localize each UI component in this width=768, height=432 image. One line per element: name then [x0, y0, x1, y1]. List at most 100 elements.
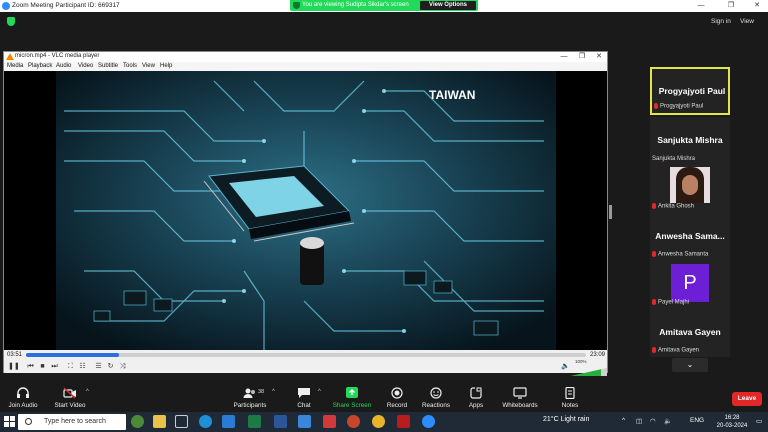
volume-icon[interactable]: 🔈: [664, 417, 672, 425]
maximize-icon[interactable]: ❐: [722, 1, 740, 11]
weather-status[interactable]: 21°C Light rain: [543, 416, 589, 423]
chrome-icon[interactable]: [372, 415, 385, 428]
participants-caret-icon[interactable]: ^: [272, 389, 275, 395]
acrobat-icon[interactable]: [323, 415, 336, 428]
language-indicator[interactable]: ENG: [690, 417, 704, 424]
chat-button[interactable]: Chat: [292, 383, 316, 412]
participant-display-name: Amitava Gayen: [659, 327, 721, 337]
view-button[interactable]: View: [740, 18, 754, 25]
zoom-taskbar-icon[interactable]: [422, 415, 435, 428]
start-video-button[interactable]: Start Video: [50, 383, 90, 412]
vlc-seek-area: 03:51 23:09: [4, 350, 607, 360]
menu-audio[interactable]: Audio: [56, 63, 71, 69]
fullscreen-icon[interactable]: ⛶: [66, 362, 75, 371]
apps-grid-icon: [470, 387, 482, 399]
circuit-board-video: TAIWAN: [56, 71, 556, 350]
video-frame[interactable]: TAIWAN: [4, 71, 607, 350]
security-shield-icon[interactable]: [7, 17, 15, 26]
windows-start-icon[interactable]: [4, 416, 15, 427]
zoom-top-strip: Sign in View: [0, 12, 768, 32]
chat-bubble-icon: [298, 388, 310, 398]
vlc-minimize-icon[interactable]: —: [557, 52, 571, 62]
participant-tile[interactable]: Anwesha Sama... Anwesha Samanta: [650, 213, 730, 261]
vlc-cone-icon: [6, 53, 14, 60]
participant-label: Progyajyoti Paul: [654, 103, 703, 110]
wifi-icon[interactable]: ◠: [650, 417, 656, 425]
notifications-icon[interactable]: ▭: [756, 417, 762, 425]
record-button[interactable]: Record: [384, 383, 410, 412]
search-placeholder: Type here to search: [44, 418, 106, 425]
speaker-icon[interactable]: 🔈: [561, 362, 570, 371]
menu-view[interactable]: View: [142, 63, 155, 69]
next-icon[interactable]: ⏭: [50, 362, 59, 371]
menu-media[interactable]: Media: [7, 63, 23, 69]
taskbar-clock[interactable]: 16:28 20-03-2024: [712, 414, 752, 430]
participant-tile[interactable]: Progyajyoti Paul Progyajyoti Paul: [650, 67, 730, 115]
vlc-menu-bar: Media Playback Audio Video Subtitle Tool…: [4, 62, 607, 71]
tray-chevron-icon[interactable]: ^: [622, 417, 625, 424]
menu-playback[interactable]: Playback: [28, 63, 52, 69]
taskbar-search-box[interactable]: Type here to search: [18, 414, 126, 430]
share-screen-button[interactable]: Share Screen: [332, 383, 372, 412]
menu-tools[interactable]: Tools: [123, 63, 137, 69]
smiley-icon: [430, 387, 442, 399]
volume-slider[interactable]: [571, 363, 607, 376]
participant-tile[interactable]: P Payel Majhi: [650, 261, 730, 309]
menu-subtitle[interactable]: Subtitle: [98, 63, 118, 69]
share-arrow-icon: [346, 387, 358, 398]
reactions-button[interactable]: Reactions: [420, 383, 452, 412]
edge-icon[interactable]: [199, 415, 212, 428]
scroll-down-button[interactable]: ⌄: [672, 358, 708, 372]
close-icon[interactable]: ✕: [748, 1, 766, 11]
extended-settings-icon[interactable]: ☷: [78, 362, 87, 371]
powerpoint-icon[interactable]: [347, 415, 360, 428]
stop-icon[interactable]: ■: [38, 362, 47, 371]
participant-tile[interactable]: Amitava Gayen Amitava Gayen: [650, 309, 730, 357]
whiteboards-button[interactable]: Whiteboards: [500, 383, 540, 412]
vlc-close-icon[interactable]: ✕: [592, 52, 606, 62]
chat-caret-icon[interactable]: ^: [318, 389, 321, 395]
leave-button[interactable]: Leave: [732, 392, 762, 406]
pause-icon[interactable]: ❚❚: [8, 362, 20, 371]
view-options-button[interactable]: View Options: [420, 1, 476, 10]
whiteboard-icon: [513, 387, 527, 399]
participant-label: Anwesha Samanta: [652, 251, 708, 258]
network-icon[interactable]: ◫: [636, 417, 642, 425]
notes-button[interactable]: Notes: [558, 383, 582, 412]
shield-icon: [293, 2, 300, 9]
join-audio-button[interactable]: Join Audio: [4, 383, 42, 412]
search-icon: [25, 418, 32, 425]
word-icon[interactable]: [274, 415, 287, 428]
pdf-reader-icon[interactable]: [397, 415, 410, 428]
record-icon: [391, 387, 403, 399]
widgets-icon[interactable]: [153, 415, 166, 428]
mail-icon[interactable]: [222, 415, 235, 428]
participant-display-name: Progyajyoti Paul: [658, 86, 726, 96]
participant-display-name: Sanjukta Mishra: [657, 135, 723, 145]
participant-tile[interactable]: Ankita Ghosh: [650, 165, 730, 213]
participant-label: Amitava Gayen: [652, 347, 699, 354]
screen-share-banner: You are viewing Sudipta Sikdar's screen …: [290, 0, 478, 11]
participant-label: Payel Majhi: [652, 299, 689, 306]
vlc-title-bar: micron.mp4 - VLC media player — ❐ ✕: [4, 52, 607, 62]
sign-in-link[interactable]: Sign in: [711, 18, 731, 25]
share-split-handle[interactable]: [609, 205, 612, 219]
apps-button[interactable]: Apps: [464, 383, 488, 412]
participant-tile[interactable]: Sanjukta Mishra Sanjukta Mishra: [650, 117, 730, 165]
participants-button[interactable]: Participants: [231, 383, 269, 412]
previous-icon[interactable]: ⏮: [26, 362, 35, 371]
video-options-caret-icon[interactable]: ^: [86, 389, 89, 395]
chevron-down-icon: ⌄: [686, 360, 694, 369]
menu-help[interactable]: Help: [160, 63, 172, 69]
weather-globe-icon[interactable]: [131, 415, 144, 428]
vlc-maximize-icon[interactable]: ❐: [575, 52, 589, 62]
shuffle-icon[interactable]: ⤨: [118, 362, 127, 371]
file-explorer-icon[interactable]: [298, 415, 311, 428]
playlist-icon[interactable]: ☰: [94, 362, 103, 371]
menu-video[interactable]: Video: [78, 63, 93, 69]
muted-mic-icon: [652, 299, 656, 306]
excel-icon[interactable]: [248, 415, 261, 428]
task-view-icon[interactable]: [175, 415, 188, 428]
minimize-icon[interactable]: —: [692, 1, 710, 11]
loop-icon[interactable]: ↻: [106, 362, 115, 371]
